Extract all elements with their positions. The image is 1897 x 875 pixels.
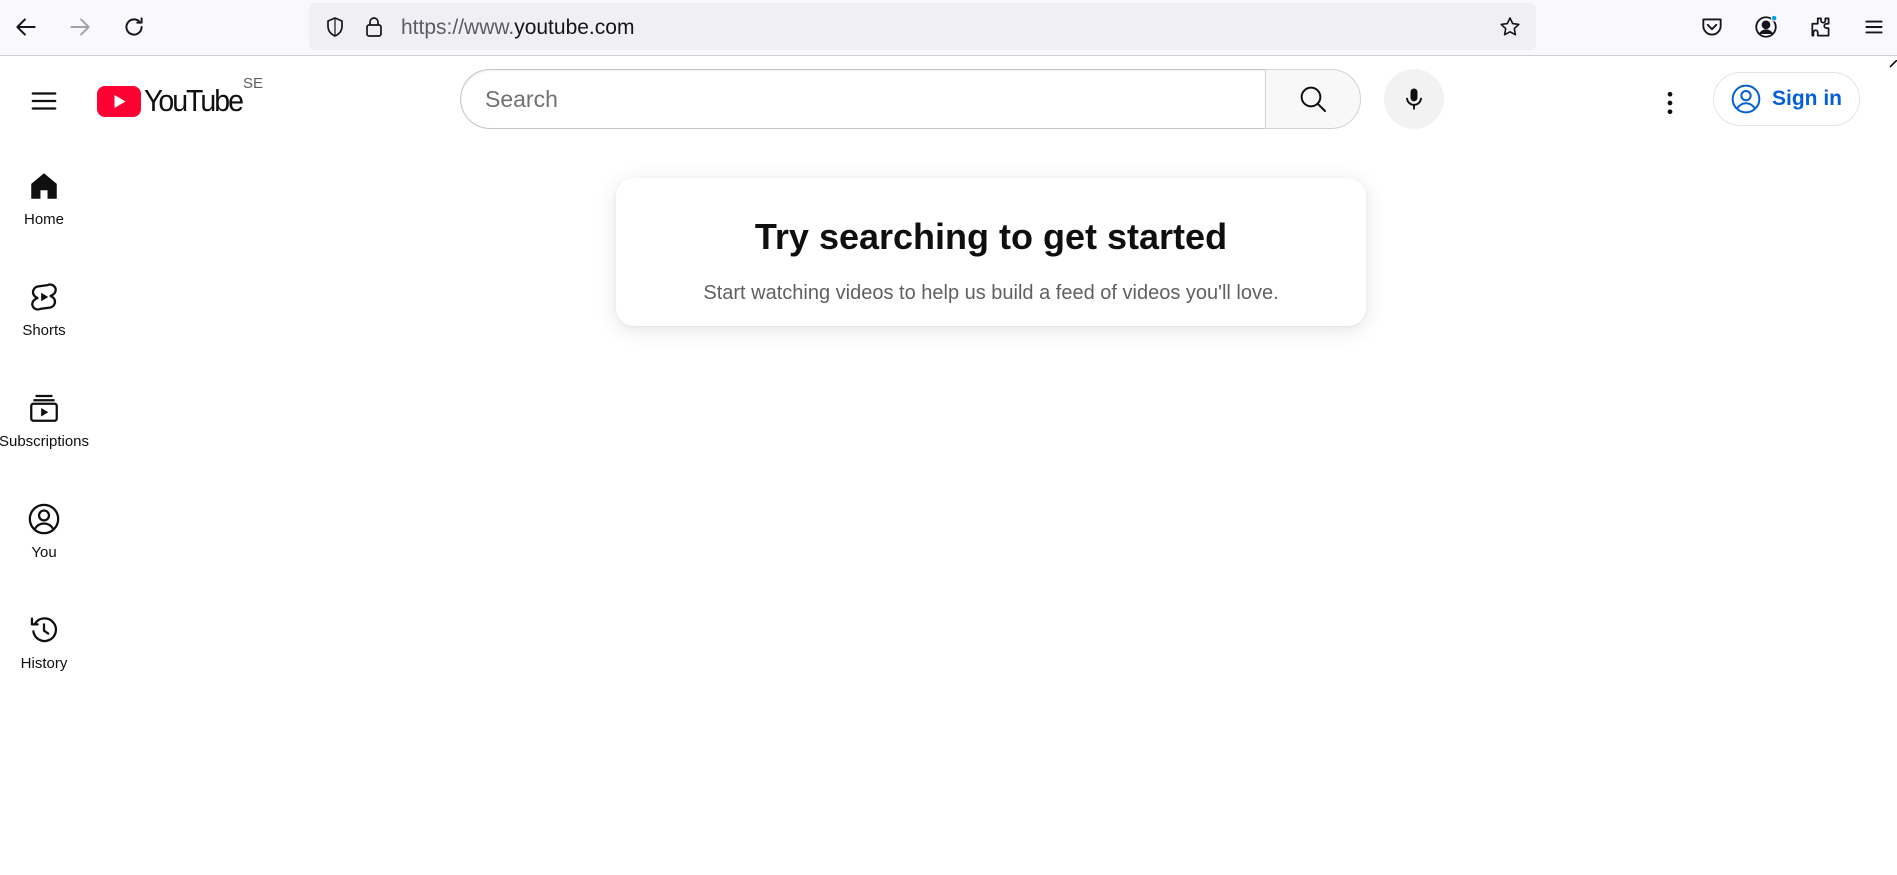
feed-prompt-card: Try searching to get started Start watch… — [616, 178, 1366, 326]
search-box[interactable] — [460, 69, 1266, 129]
extensions-button[interactable] — [1806, 12, 1836, 42]
guide-label-home: Home — [23, 211, 64, 228]
country-code: SE — [243, 75, 264, 92]
youtube-logo[interactable]: YouTube — [97, 83, 250, 119]
search-button[interactable] — [1265, 69, 1361, 129]
account-button[interactable] — [1751, 12, 1781, 42]
guide-label-shorts: Shorts — [22, 322, 66, 339]
history-icon — [30, 617, 57, 643]
puzzle-icon — [1811, 17, 1830, 37]
hamburger-icon — [1865, 20, 1883, 34]
hamburger-icon — [31, 92, 57, 110]
guide-label-history: History — [20, 655, 68, 672]
shield-icon[interactable] — [323, 15, 347, 39]
user-circle-icon — [1731, 84, 1761, 114]
forward-button[interactable] — [61, 8, 99, 46]
feed-prompt-title: Try searching to get started — [754, 216, 1228, 257]
browser-toolbar: https://www.youtube.com — [0, 0, 1897, 56]
subscriptions-icon — [30, 394, 58, 422]
guide-item-shorts[interactable]: Shorts — [0, 264, 88, 364]
logo-text: YouTube — [144, 83, 244, 118]
arrow-right-icon — [70, 18, 90, 36]
search-input[interactable] — [485, 70, 1245, 128]
search-icon — [1300, 86, 1326, 112]
settings-more-button[interactable] — [1646, 79, 1694, 127]
back-button[interactable] — [7, 8, 45, 46]
guide-label-you: You — [31, 544, 57, 561]
home-icon — [31, 173, 57, 199]
account-icon — [1755, 14, 1778, 38]
url-domain: youtube.com — [514, 16, 635, 39]
sign-in-button[interactable]: Sign in — [1713, 72, 1860, 126]
arrow-left-icon — [16, 18, 36, 36]
guide-menu-button[interactable] — [20, 77, 68, 125]
guide-item-home[interactable]: Home — [0, 153, 88, 253]
star-icon[interactable] — [1498, 15, 1522, 39]
feed-prompt-subtitle: Start watching videos to help us build a… — [703, 282, 1279, 304]
voice-search-button[interactable] — [1384, 69, 1444, 129]
guide-item-subscriptions[interactable]: Subscriptions — [0, 375, 90, 475]
you-icon — [28, 503, 60, 535]
url-text[interactable]: https://www.youtube.com — [401, 16, 634, 40]
guide-label-subscriptions: Subscriptions — [0, 433, 90, 450]
masthead: YouTube SE Sign in — [0, 57, 1897, 142]
lock-icon[interactable] — [362, 15, 386, 39]
guide-item-history[interactable]: History — [0, 597, 88, 697]
app-menu-button[interactable] — [1859, 12, 1889, 42]
guide-item-you[interactable]: You — [0, 486, 88, 586]
reload-icon — [125, 17, 143, 36]
resize-corner-icon — [1889, 60, 1897, 68]
pocket-button[interactable] — [1697, 12, 1727, 42]
pocket-icon — [1702, 18, 1722, 36]
sign-in-label: Sign in — [1772, 87, 1842, 110]
shorts-icon — [31, 283, 57, 311]
address-bar[interactable]: https://www.youtube.com — [309, 3, 1536, 50]
microphone-icon — [1406, 88, 1422, 110]
youtube-play-icon — [97, 85, 141, 117]
reload-button[interactable] — [115, 8, 153, 46]
url-scheme: https://www. — [401, 16, 515, 39]
vertical-dots-icon — [1667, 91, 1673, 115]
